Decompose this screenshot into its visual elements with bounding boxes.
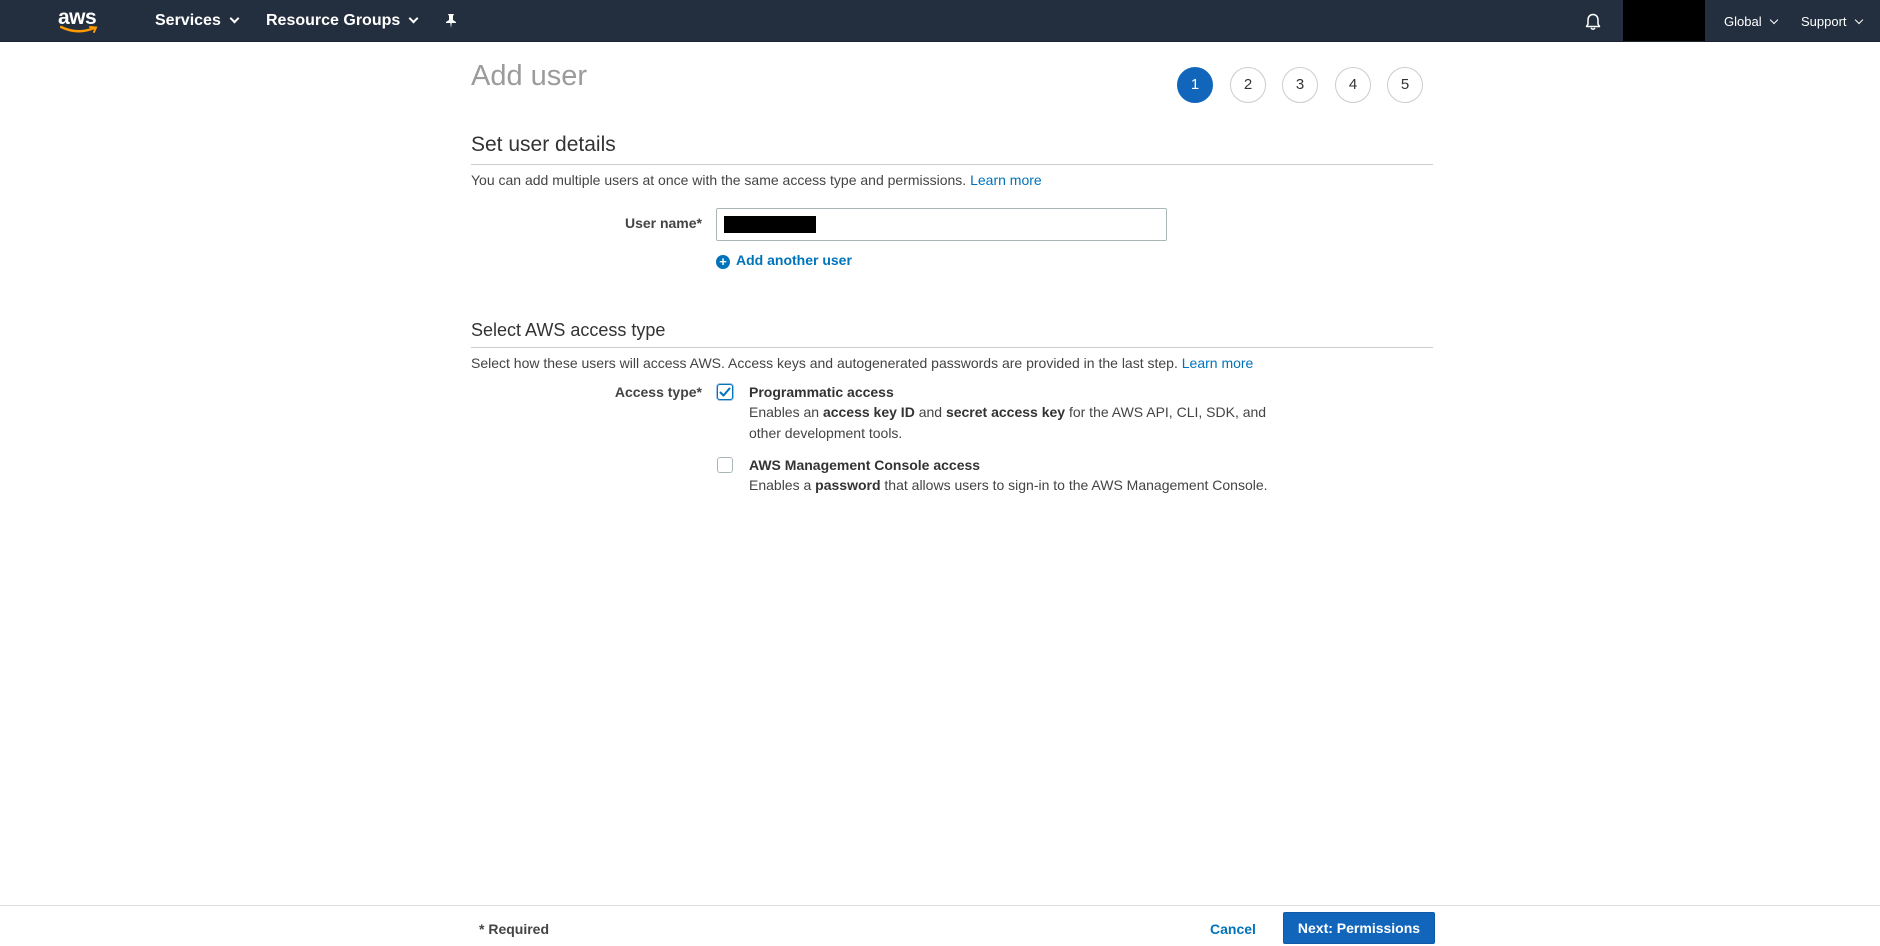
resource-groups-label: Resource Groups [266, 12, 401, 29]
chevron-down-icon [1769, 15, 1778, 25]
access-type-description-text: Select how these users will access AWS. … [471, 355, 1178, 371]
region-label: Global [1724, 14, 1762, 29]
learn-more-link[interactable]: Learn more [970, 172, 1042, 188]
cancel-button[interactable]: Cancel [1210, 921, 1256, 937]
pin-icon[interactable] [442, 12, 460, 30]
learn-more-link[interactable]: Learn more [1182, 355, 1254, 371]
programmatic-access-checkbox[interactable] [717, 384, 733, 400]
wizard-step-4[interactable]: 4 [1335, 67, 1371, 103]
wizard-step-5[interactable]: 5 [1387, 67, 1423, 103]
support-menu[interactable]: Support [1801, 14, 1863, 29]
desc-bold: access key ID [822, 404, 915, 420]
username-input[interactable] [716, 208, 1167, 241]
chevron-down-icon [408, 13, 419, 24]
console-access-checkbox[interactable] [717, 457, 733, 473]
desc-text: and [914, 404, 946, 420]
chevron-down-icon [229, 13, 240, 24]
desc-text: that allows users to sign-in to the AWS … [880, 477, 1268, 493]
desc-bold: secret access key [945, 404, 1066, 420]
wizard-step-3[interactable]: 3 [1282, 67, 1318, 103]
access-type-heading: Select AWS access type [471, 320, 666, 340]
account-menu[interactable] [1623, 0, 1705, 41]
access-type-label: Access type* [614, 384, 702, 400]
aws-logo[interactable]: aws [58, 6, 102, 36]
support-label: Support [1801, 14, 1847, 29]
programmatic-access-description: Enables an access key ID and secret acce… [749, 402, 1269, 444]
desc-bold: password [815, 477, 881, 493]
desc-text: Enables an [749, 404, 823, 420]
user-details-description-text: You can add multiple users at once with … [471, 172, 967, 188]
resource-groups-menu[interactable]: Resource Groups [266, 12, 419, 30]
programmatic-access-title: Programmatic access [749, 384, 894, 400]
add-another-user-link[interactable]: + Add another user [716, 252, 852, 269]
redacted-username [724, 216, 816, 233]
console-access-title: AWS Management Console access [749, 457, 981, 473]
desc-text: Enables a [749, 477, 816, 493]
plus-circle-icon: + [716, 255, 730, 269]
access-type-description: Select how these users will access AWS. … [471, 355, 1253, 371]
services-label: Services [155, 12, 221, 29]
next-permissions-button[interactable]: Next: Permissions [1283, 912, 1435, 944]
smile-arrow-icon [60, 25, 98, 33]
services-menu[interactable]: Services [155, 12, 240, 30]
divider [471, 347, 1433, 348]
page-title: Add user [471, 60, 588, 92]
top-nav-bar: aws Services Resource Groups Global Supp… [0, 0, 1880, 42]
console-access-description: Enables a password that allows users to … [749, 475, 1349, 496]
wizard-step-2[interactable]: 2 [1230, 67, 1266, 103]
username-label: User name* [624, 215, 702, 231]
checkmark-icon [719, 387, 731, 397]
user-details-heading: Set user details [471, 133, 616, 156]
region-menu[interactable]: Global [1724, 14, 1778, 29]
wizard-step-1[interactable]: 1 [1177, 67, 1213, 103]
bell-icon[interactable] [1583, 12, 1603, 32]
chevron-down-icon [1854, 15, 1863, 25]
user-details-description: You can add multiple users at once with … [471, 172, 1042, 188]
add-another-user-label: Add another user [736, 252, 852, 268]
required-note: * Required [479, 921, 550, 937]
wizard-footer: * Required Cancel Next: Permissions [0, 905, 1880, 946]
divider [471, 164, 1433, 165]
